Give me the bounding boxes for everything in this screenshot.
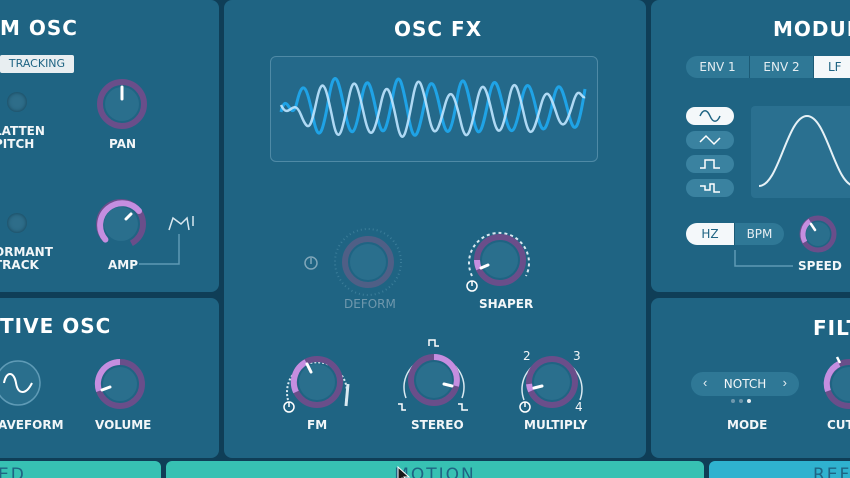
cutoff-knob[interactable] bbox=[819, 354, 850, 414]
bottom-tab-right[interactable]: REF bbox=[709, 461, 850, 478]
flatten-pitch-label: LATTEN PITCH bbox=[0, 124, 45, 151]
bottom-tab-left[interactable]: ED bbox=[0, 461, 161, 478]
filter-mode-selector[interactable]: ‹ NOTCH › bbox=[691, 372, 799, 396]
tab-env1[interactable]: ENV 1 bbox=[686, 56, 750, 78]
pan-knob[interactable] bbox=[92, 74, 152, 134]
multiply-tick-3: 3 bbox=[573, 349, 581, 363]
filter-title: FILT bbox=[813, 316, 850, 340]
bottom-tab-motion[interactable]: MOTION bbox=[166, 461, 704, 478]
rate-hz-button[interactable]: HZ bbox=[686, 223, 735, 245]
lfo-shape-square[interactable] bbox=[686, 155, 734, 173]
waveform-trace bbox=[279, 77, 587, 138]
multiply-tick-2: 2 bbox=[523, 349, 531, 363]
mod-source-tabs: ENV 1 ENV 2 LF bbox=[686, 56, 850, 78]
cutoff-label: CUT bbox=[827, 418, 850, 432]
volume-label: VOLUME bbox=[95, 418, 152, 432]
lfo-display bbox=[751, 106, 850, 198]
deform-knob[interactable] bbox=[330, 224, 406, 300]
osc-panel-title: M OSC bbox=[0, 16, 78, 40]
mode-next-icon[interactable]: › bbox=[783, 375, 787, 390]
waveform-label: AVEFORM bbox=[0, 418, 64, 432]
mode-page-dots bbox=[731, 399, 761, 403]
osc-fx-panel: OSC FX DEFORM SHAPER FM STEREO 2 3 4 MUL… bbox=[224, 0, 646, 458]
shaper-power-icon[interactable] bbox=[465, 279, 479, 293]
triangle-icon bbox=[699, 134, 721, 146]
sine-icon bbox=[699, 110, 721, 122]
multiply-power-icon[interactable] bbox=[518, 400, 532, 414]
lfo-speed-knob[interactable] bbox=[796, 212, 840, 256]
deform-power-icon[interactable] bbox=[303, 255, 319, 271]
waveform-selector[interactable] bbox=[0, 353, 48, 413]
additive-osc-title: TIVE OSC bbox=[0, 314, 112, 338]
tab-lfo[interactable]: LF bbox=[814, 56, 850, 78]
filter-mode-label: MODE bbox=[727, 418, 768, 432]
tab-env2[interactable]: ENV 2 bbox=[750, 56, 814, 78]
lfo-rate-mode: HZ BPM bbox=[686, 223, 784, 245]
tracking-button[interactable]: TRACKING bbox=[0, 55, 74, 73]
stereo-knob[interactable] bbox=[394, 338, 474, 418]
shaper-label: SHAPER bbox=[479, 297, 534, 311]
modulation-title: MODUL bbox=[773, 17, 850, 41]
deform-label: DEFORM bbox=[344, 297, 396, 311]
envelope-icon[interactable] bbox=[167, 212, 197, 234]
rate-bpm-button[interactable]: BPM bbox=[735, 223, 784, 245]
formant-track-toggle[interactable] bbox=[7, 213, 27, 233]
lfo-shape-triangle[interactable] bbox=[686, 131, 734, 149]
mouse-cursor-icon bbox=[397, 466, 411, 478]
formant-track-label: ORMANT TRACK bbox=[0, 245, 53, 272]
pan-label: PAN bbox=[109, 137, 137, 151]
osc-panel: M OSC TRACKING LATTEN PITCH PAN ORMANT T… bbox=[0, 0, 219, 292]
stepped-icon bbox=[700, 183, 720, 193]
multiply-tick-4: 4 bbox=[575, 400, 583, 414]
lfo-curve bbox=[758, 114, 850, 187]
multiply-label: MULTIPLY bbox=[524, 418, 588, 432]
stereo-label: STEREO bbox=[411, 418, 464, 432]
speed-label: SPEED bbox=[798, 259, 842, 273]
square-icon bbox=[700, 159, 720, 169]
filter-panel: FILT ‹ NOTCH › MODE CUT bbox=[651, 298, 850, 458]
lfo-shape-stepped[interactable] bbox=[686, 179, 734, 197]
lfo-shape-sine[interactable] bbox=[686, 107, 734, 125]
flatten-pitch-toggle[interactable] bbox=[7, 92, 27, 112]
volume-knob[interactable] bbox=[90, 354, 150, 414]
routing-line bbox=[139, 234, 180, 265]
additive-osc-panel: TIVE OSC AVEFORM VOLUME bbox=[0, 298, 219, 458]
rate-routing-line bbox=[734, 250, 793, 267]
fm-power-icon[interactable] bbox=[282, 400, 296, 414]
fm-label: FM bbox=[307, 418, 328, 432]
modulation-panel: MODUL ENV 1 ENV 2 LF HZ BPM SPEED bbox=[651, 0, 850, 292]
osc-fx-title: OSC FX bbox=[394, 17, 483, 41]
amp-label: AMP bbox=[108, 258, 139, 272]
waveform-display bbox=[270, 56, 598, 162]
